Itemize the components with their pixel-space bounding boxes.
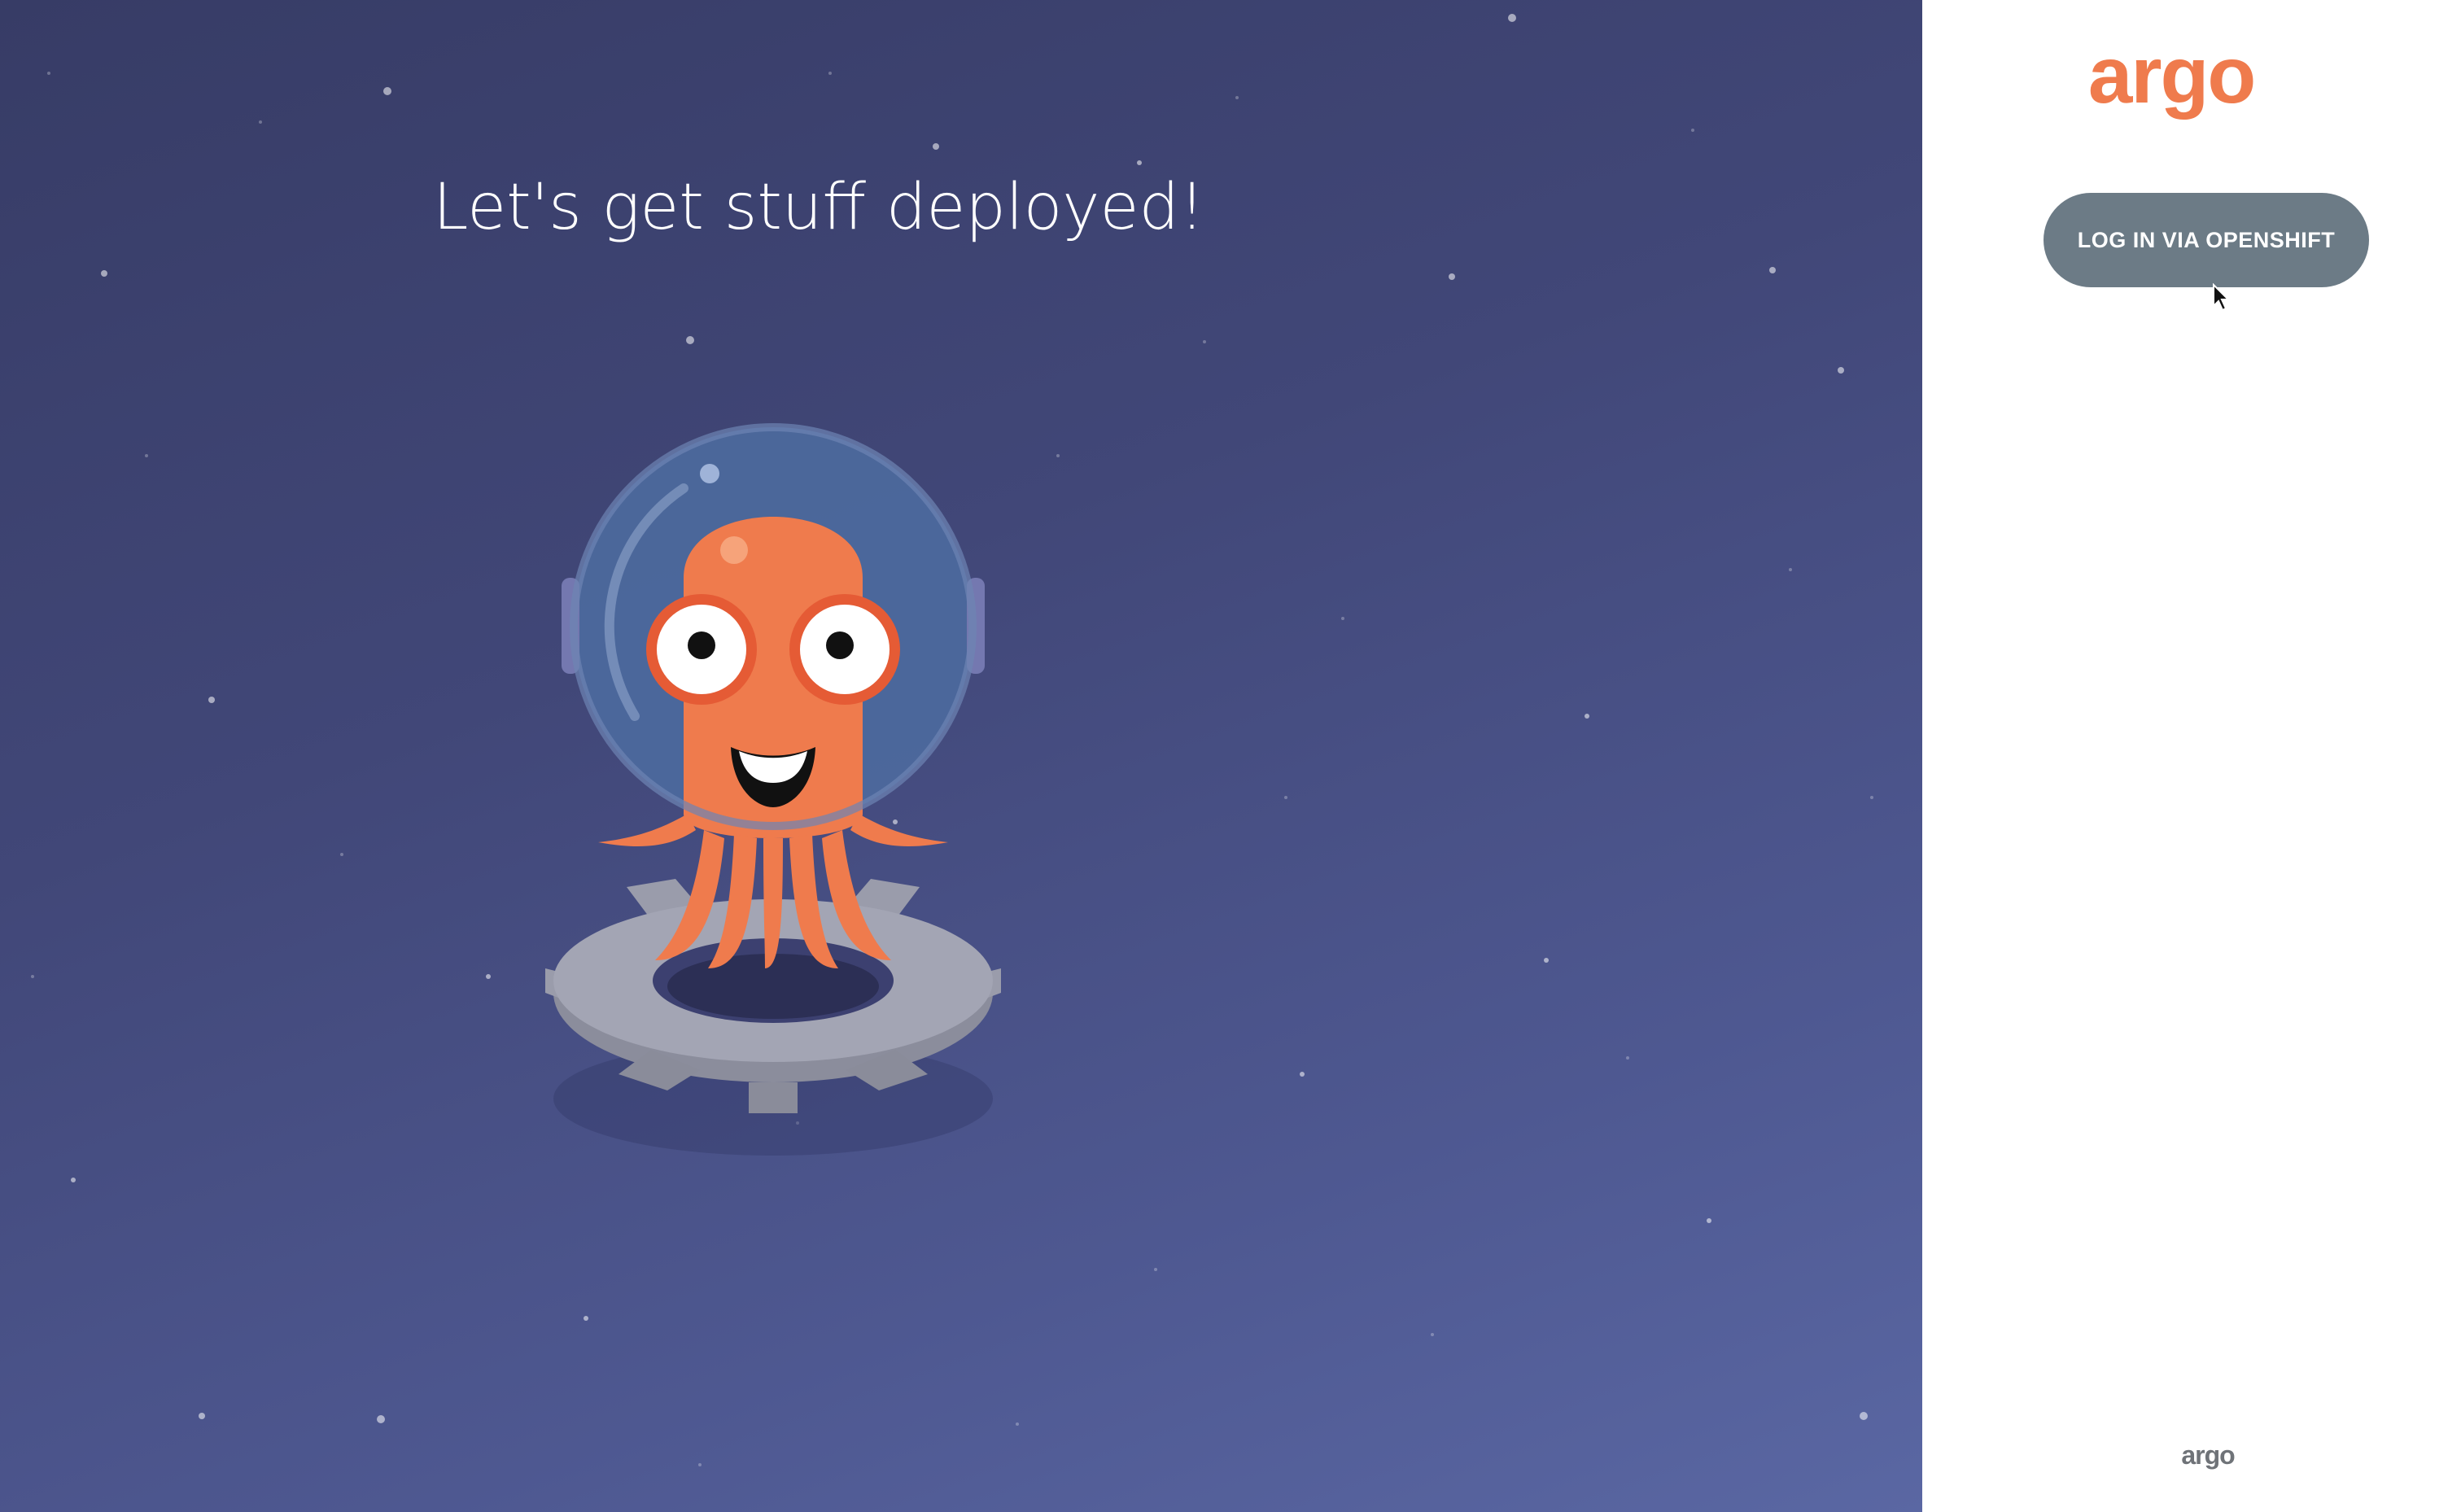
footer-argo-logo: argo <box>2181 1444 2236 1470</box>
footer-argo-logo-text: argo <box>2181 1444 2235 1470</box>
hero-panel: Let's get stuff deployed! <box>0 0 1922 1512</box>
hero-title: Let's get stuff deployed! <box>433 171 1205 244</box>
argo-logo-text: argo <box>2088 39 2254 120</box>
argo-mascot-illustration <box>545 423 1001 1156</box>
login-panel: argo LOG IN VIA OPENSHIFT argo <box>1922 0 2461 1512</box>
login-page: Let's get stuff deployed! argo LOG IN VI… <box>0 0 2461 1512</box>
log-in-via-openshift-button[interactable]: LOG IN VIA OPENSHIFT <box>2044 193 2369 287</box>
mouse-pointer-icon <box>2213 283 2230 312</box>
argo-logo: argo <box>2088 39 2256 120</box>
